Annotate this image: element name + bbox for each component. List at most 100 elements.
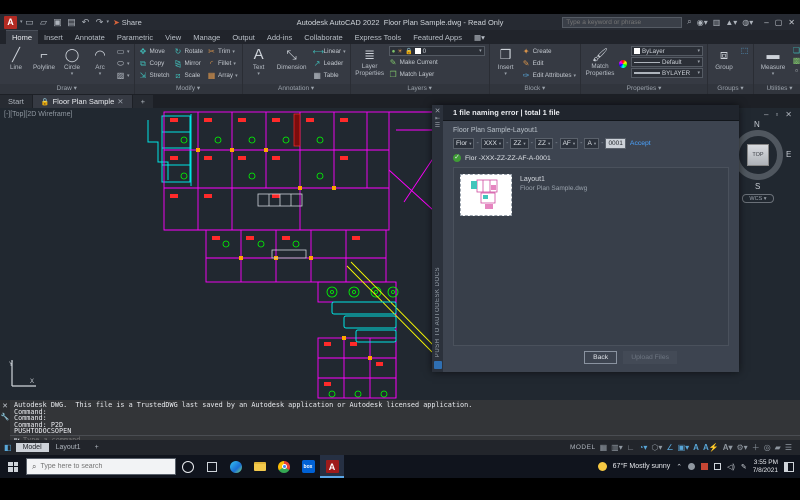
field-af[interactable]: AF▾	[560, 138, 579, 149]
viewport-controls[interactable]: [-][Top][2D Wireframe]	[4, 111, 72, 118]
tab-express-tools[interactable]: Express Tools	[349, 31, 408, 44]
help-search-input[interactable]	[563, 19, 681, 26]
autodesk-apps-icon[interactable]: ▲▾	[725, 18, 737, 27]
minimize-icon[interactable]: –	[764, 18, 768, 27]
isolate-objects-icon[interactable]: ◎	[764, 443, 771, 452]
viewcube-top-face[interactable]: TOP	[747, 144, 769, 166]
panel-label-block[interactable]: Block ▾	[490, 84, 580, 94]
tab-collaborate[interactable]: Collaborate	[298, 31, 348, 44]
show-hidden-icons-button[interactable]: ⌃	[676, 463, 682, 471]
ortho-mode-icon[interactable]: ∟	[627, 443, 635, 452]
undo-icon[interactable]: ↶	[80, 16, 92, 28]
tab-addins[interactable]: Add-ins	[261, 31, 298, 44]
annotation-scale-icon[interactable]: A▾	[723, 443, 733, 452]
match-properties-tool[interactable]: 🖌Match Properties	[585, 46, 615, 77]
copy-tool[interactable]: ⧉Copy	[139, 58, 170, 69]
qat-customize-caret-icon[interactable]: ▾	[107, 19, 110, 25]
plot-icon[interactable]: ▤	[66, 16, 78, 28]
insert-tool[interactable]: ❒Insert▾	[494, 46, 518, 77]
text-tool[interactable]: AText▾	[247, 46, 271, 77]
doc-minimize-icon[interactable]: –	[764, 110, 768, 119]
palette-autohide-icon[interactable]: ⇤	[435, 115, 440, 122]
upload-files-button[interactable]: Upload Files	[623, 351, 677, 364]
isodraft-icon[interactable]: ⬡▾	[651, 443, 662, 452]
tab-annotate[interactable]: Annotate	[69, 31, 111, 44]
table-tool[interactable]: ▦Table	[313, 70, 346, 81]
wcs-dropdown[interactable]: WCS ▾	[742, 194, 774, 203]
taskbar-search-box[interactable]: ⌕	[26, 458, 176, 475]
field-number[interactable]: 0001	[605, 138, 625, 149]
rotate-tool[interactable]: ↻Rotate	[173, 46, 203, 57]
panel-label-properties[interactable]: Properties ▾	[581, 84, 707, 94]
fillet-tool[interactable]: ◜Fillet▾	[207, 58, 238, 69]
tab-start[interactable]: Start	[0, 95, 32, 108]
layout-thumbnail[interactable]	[460, 174, 512, 216]
ribbon-display-toggle-icon[interactable]: ▦▾	[468, 31, 491, 44]
panel-label-draw[interactable]: Draw ▾	[0, 84, 134, 94]
taskbar-search-input[interactable]	[40, 463, 170, 470]
trim-tool[interactable]: ✂Trim▾	[207, 46, 238, 57]
ellipse-icon[interactable]: ⬭	[116, 59, 125, 68]
help-icon[interactable]: ◍▾	[742, 18, 753, 27]
quick-calc-icon[interactable]: ▩	[792, 56, 800, 65]
object-color-combo[interactable]: ByLayer▾	[631, 46, 703, 56]
linear-tool[interactable]: ⟷Linear▾	[313, 46, 346, 57]
polar-tracking-icon[interactable]: ◔▾	[639, 443, 648, 452]
close-icon[interactable]: ✕	[788, 18, 795, 27]
taskbar-clock[interactable]: 3:55 PM 7/8/2021	[753, 459, 778, 474]
search-icon[interactable]: ⌕	[687, 17, 691, 27]
match-layer-tool[interactable]: ❐Match Layer	[389, 69, 485, 80]
redo-icon[interactable]: ↷	[94, 16, 106, 28]
hatch-icon[interactable]: ▨	[116, 71, 125, 80]
palette-properties-icon[interactable]: ☰	[435, 122, 440, 129]
cortana-button[interactable]	[176, 455, 200, 478]
start-button[interactable]	[0, 455, 26, 478]
leader-tool[interactable]: ↗Leader	[313, 58, 346, 69]
arc-tool[interactable]: ◠Arc▾	[88, 46, 112, 77]
sign-in-icon[interactable]: ◉▾	[697, 18, 708, 27]
workspace-switching-icon[interactable]: ⚙▾	[737, 443, 748, 452]
app-menu-caret-icon[interactable]: ▾	[20, 19, 23, 25]
tab-parametric[interactable]: Parametric	[111, 31, 159, 44]
doc-close-icon[interactable]: ✕	[785, 110, 792, 119]
panel-label-modify[interactable]: Modify ▾	[135, 84, 242, 94]
cli-customize-icon[interactable]: 🔧	[1, 413, 10, 421]
graphics-performance-icon[interactable]: ▰	[775, 443, 781, 452]
move-tool[interactable]: ✥Move	[139, 46, 170, 57]
create-block-tool[interactable]: ✦Create	[522, 46, 576, 57]
dimension-tool[interactable]: ⤡Dimension	[275, 46, 309, 71]
restore-icon[interactable]: ▢	[775, 18, 783, 27]
quick-select-icon[interactable]: ❏	[792, 46, 800, 55]
scale-tool[interactable]: ⧄Scale	[173, 70, 203, 81]
tab-floor-plan-sample[interactable]: 🔒 Floor Plan Sample ✕	[33, 95, 132, 108]
array-tool[interactable]: ▦Array▾	[207, 70, 238, 81]
line-tool[interactable]: ╱Line	[4, 46, 28, 71]
weather-text[interactable]: 67°F Mostly sunny	[613, 463, 671, 470]
viewcube-east[interactable]: E	[786, 150, 791, 159]
back-button[interactable]: Back	[584, 351, 617, 364]
action-center-icon[interactable]	[784, 462, 794, 472]
customization-icon[interactable]: ☰	[785, 443, 792, 452]
model-tab[interactable]: Model	[16, 443, 49, 452]
object-snap-icon[interactable]: ▣▾	[678, 443, 690, 452]
doc-restore-icon[interactable]: ▫	[775, 110, 778, 119]
accept-link[interactable]: Accept	[630, 140, 651, 147]
tab-manage[interactable]: Manage	[187, 31, 226, 44]
annotation-visibility-icon[interactable]: A	[693, 443, 699, 452]
model-space-badge[interactable]: MODEL	[570, 444, 596, 451]
layout1-tab[interactable]: Layout1	[49, 443, 88, 452]
stretch-tool[interactable]: ⇲Stretch	[139, 70, 170, 81]
display-tray-icon[interactable]	[714, 463, 721, 470]
floor-plan-drawing[interactable]	[146, 110, 438, 400]
open-file-icon[interactable]: ▱	[38, 16, 50, 28]
viewcube-north[interactable]: N	[754, 120, 760, 129]
field-zz2[interactable]: ZZ▾	[535, 138, 553, 149]
field-a[interactable]: A▾	[584, 138, 599, 149]
panel-label-utilities[interactable]: Utilities ▾	[754, 84, 800, 94]
panel-label-annotation[interactable]: Annotation ▾	[243, 84, 350, 94]
grid-display-icon[interactable]: ▦	[600, 443, 608, 452]
edit-block-tool[interactable]: ✎Edit	[522, 58, 576, 69]
field-xxx[interactable]: XXX▾	[481, 138, 504, 149]
linetype-combo[interactable]: Default▾	[631, 57, 703, 67]
tab-output[interactable]: Output	[226, 31, 261, 44]
